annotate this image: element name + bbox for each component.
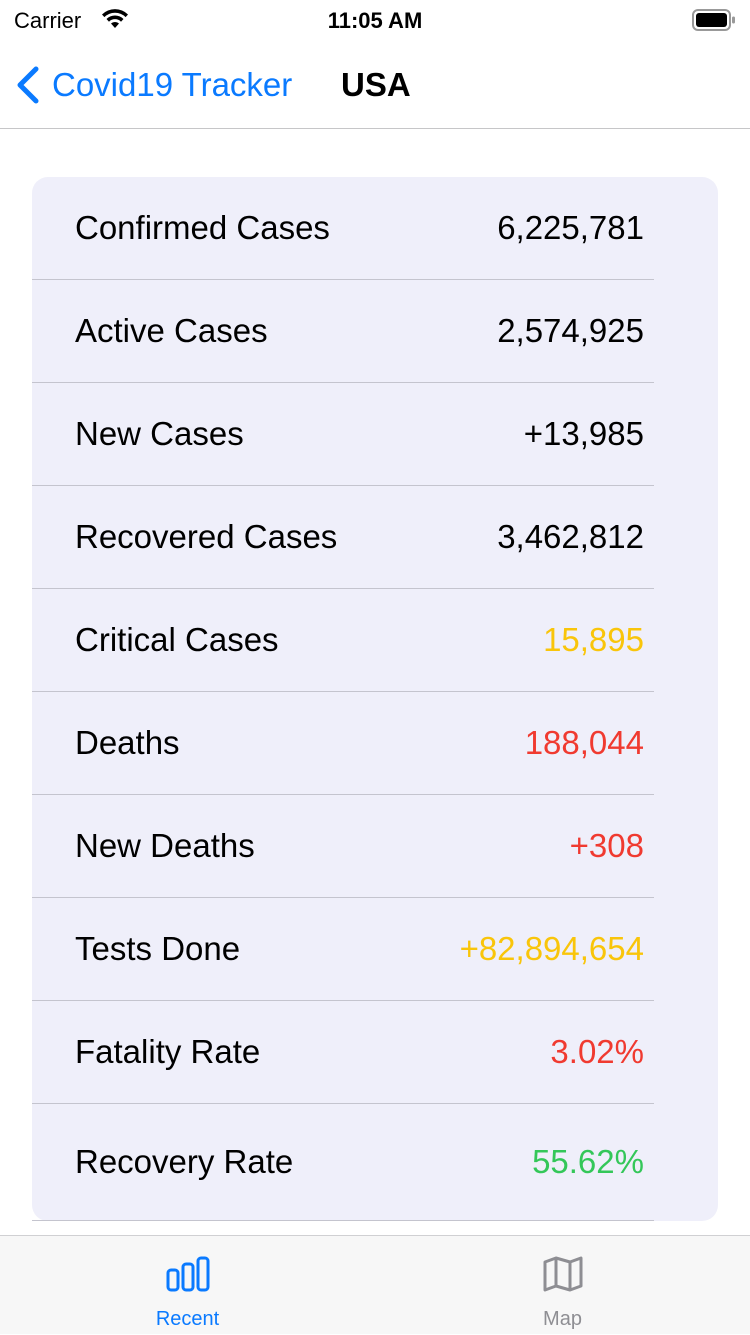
navigation-bar: Covid19 Tracker USA (0, 40, 750, 129)
stat-label: Recovery Rate (75, 1143, 294, 1180)
stat-row-critical-cases: Critical Cases 15,895 (32, 589, 654, 692)
stat-label: Active Cases (75, 312, 268, 349)
stat-label: Recovered Cases (75, 518, 338, 555)
stat-row-new-cases: New Cases +13,985 (32, 383, 654, 486)
stat-value: 3,462,812 (497, 518, 644, 555)
stat-value: 6,225,781 (497, 209, 644, 246)
back-button-label: Covid19 Tracker (52, 66, 293, 103)
stat-value: 188,044 (524, 724, 644, 761)
stat-row-recovery-rate: Recovery Rate 55.62% (32, 1104, 654, 1221)
clock: 11:05 AM (327, 8, 423, 33)
stat-row-recovered-cases: Recovered Cases 3,462,812 (32, 486, 654, 589)
stat-value: 2,574,925 (497, 312, 644, 349)
stat-label: New Deaths (75, 827, 255, 864)
tab-map[interactable]: Map (375, 1236, 750, 1335)
map-icon (543, 1256, 582, 1292)
stat-row-fatality-rate: Fatality Rate 3.02% (32, 1001, 654, 1104)
stat-label: New Cases (75, 415, 244, 452)
bar-chart-icon (166, 1256, 209, 1292)
stat-row-confirmed-cases: Confirmed Cases 6,225,781 (32, 177, 654, 280)
tab-bar: Recent Map (0, 1235, 750, 1334)
tab-label: Map (543, 1308, 582, 1330)
stat-value: +13,985 (523, 415, 644, 452)
stat-label: Tests Done (75, 930, 241, 967)
status-bar: Carrier 11:05 AM (0, 0, 750, 40)
stat-row-tests-done: Tests Done +82,894,654 (32, 898, 654, 1001)
stat-label: Critical Cases (75, 621, 279, 658)
page-title: USA (341, 66, 411, 103)
battery-icon (692, 9, 735, 31)
stat-value: 15,895 (543, 621, 644, 658)
stat-value: 55.62% (532, 1143, 644, 1180)
stat-row-new-deaths: New Deaths +308 (32, 795, 654, 898)
tab-label: Recent (155, 1308, 220, 1330)
stat-label: Confirmed Cases (75, 209, 330, 246)
stat-label: Deaths (75, 724, 180, 761)
chevron-left-icon (17, 66, 39, 104)
stat-row-active-cases: Active Cases 2,574,925 (32, 280, 654, 383)
stat-value: +308 (569, 827, 644, 864)
stat-label: Fatality Rate (75, 1033, 261, 1070)
tab-recent[interactable]: Recent (0, 1236, 375, 1335)
stat-value: 3.02% (550, 1033, 644, 1070)
back-button[interactable]: Covid19 Tracker (14, 60, 292, 110)
stat-row-deaths: Deaths 188,044 (32, 692, 654, 795)
stat-value: +82,894,654 (459, 930, 644, 967)
